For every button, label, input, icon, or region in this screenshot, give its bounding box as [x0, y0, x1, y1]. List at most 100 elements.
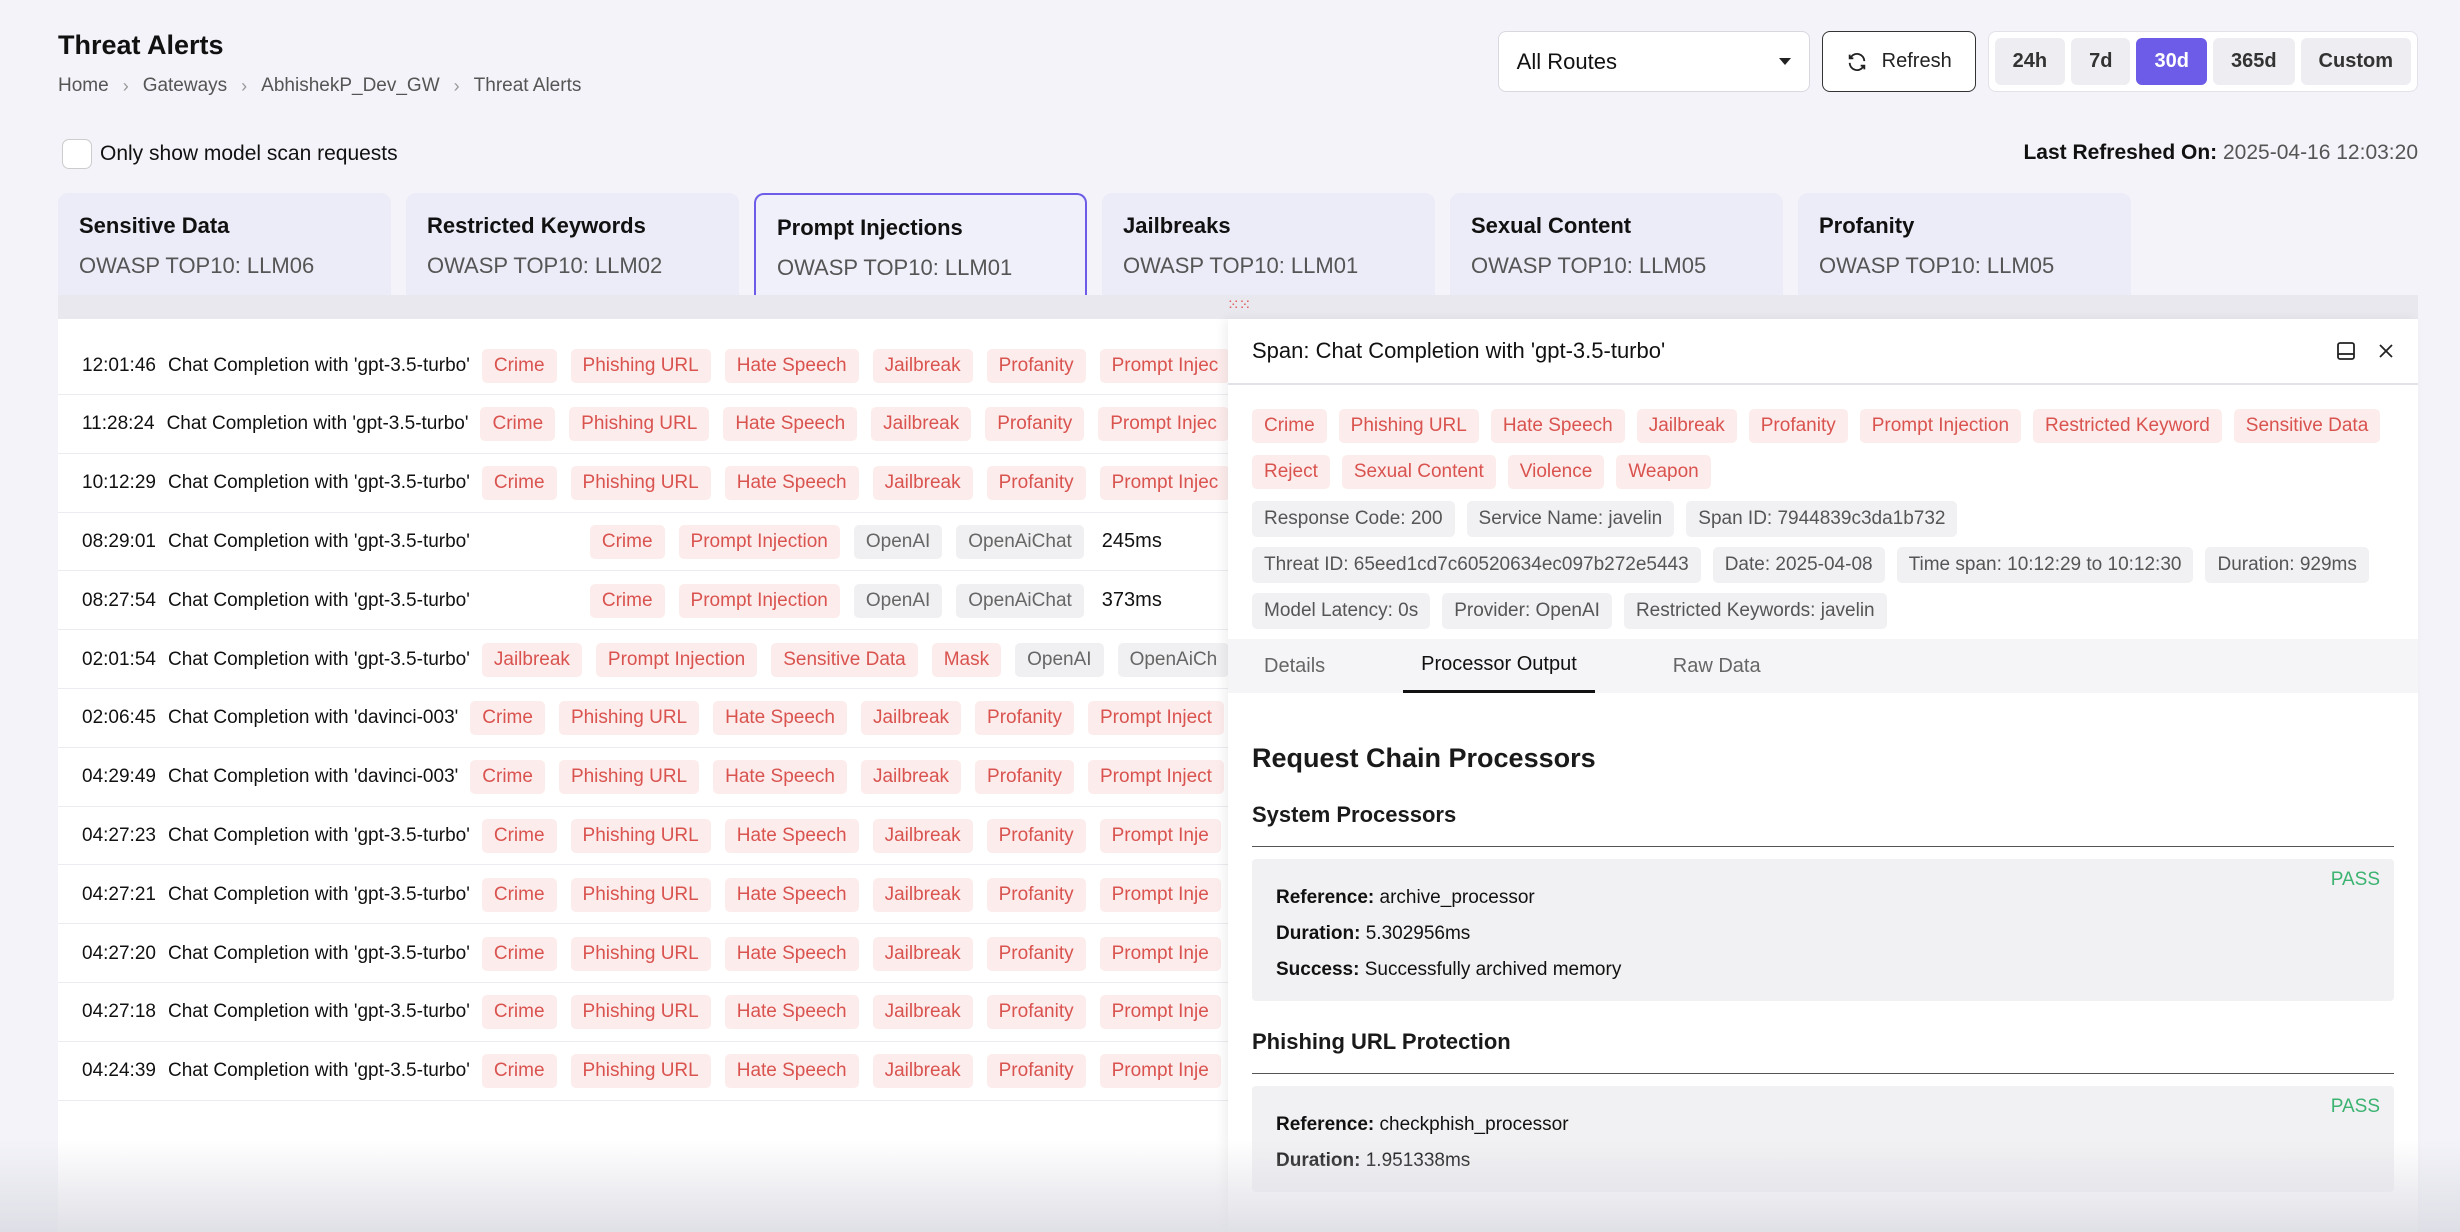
panel-actions — [2336, 341, 2394, 361]
threat-tag: Prompt Inje — [1099, 877, 1221, 912]
threat-tag: Prompt Inject — [1088, 701, 1224, 736]
row-time: 08:29:01 — [82, 530, 156, 552]
category-title: Sexual Content — [1471, 213, 1632, 238]
line-key: Duration: — [1276, 923, 1361, 944]
row-time: 04:24:39 — [82, 1060, 156, 1082]
category-subtitle: OWASP TOP10: LLM02 — [427, 253, 663, 278]
table-row[interactable]: 04:27:18 Chat Completion with 'gpt-3.5-tu… — [58, 984, 1228, 1042]
model-scan-checkbox[interactable] — [62, 139, 92, 169]
threat-tag: OpenAI — [853, 524, 943, 559]
category-card-sexual-content[interactable]: Sexual Content OWASP TOP10: LLM05 — [1450, 193, 1783, 295]
line-key: Duration: — [1276, 1150, 1361, 1171]
threat-tag: Profanity — [985, 407, 1085, 442]
threat-tag: Crime — [470, 760, 545, 795]
threat-tag: Jailbreak — [872, 818, 973, 853]
threat-tag: Phishing URL — [569, 407, 710, 442]
table-row[interactable]: 08:27:54 Chat Completion with 'gpt-3.5-tu… — [58, 572, 1228, 631]
category-card-profanity[interactable]: Profanity OWASP TOP10: LLM05 — [1798, 193, 2131, 295]
category-card-prompt-injections[interactable]: Prompt Injections OWASP TOP10: LLM01 — [754, 193, 1087, 295]
row-tags: Crime Prompt Injection OpenAI OpenAiChat 373… — [589, 583, 1166, 618]
threat-tag: Sensitive Data — [2233, 409, 2381, 443]
table-row[interactable]: 08:29:01 Chat Completion with 'gpt-3.5-tu… — [58, 513, 1228, 572]
breadcrumb-gateways[interactable]: Gateways — [143, 75, 227, 97]
refresh-button[interactable]: Refresh — [1821, 31, 1976, 92]
table-row[interactable]: 11:28:24 Chat Completion with 'gpt-3.5-tu… — [58, 396, 1228, 454]
table-row[interactable]: 04:29:49 Chat Completion with 'davinci-00… — [58, 749, 1228, 807]
threat-tag: Hate Speech — [724, 936, 859, 971]
row-time: 08:27:54 — [82, 589, 156, 611]
category-subtitle: OWASP TOP10: LLM05 — [1471, 253, 1707, 278]
range-24h-button[interactable]: 24h — [1994, 38, 2066, 85]
category-title: Profanity — [1819, 213, 1915, 238]
table-row[interactable]: 02:06:45 Chat Completion with 'davinci-00… — [58, 690, 1228, 748]
resize-handle-icon[interactable]: ⁙⁙ — [1227, 296, 1251, 314]
metadata-chip: Provider: OpenAI — [1442, 593, 1612, 629]
threat-tag: Prompt Inje — [1099, 995, 1221, 1030]
threat-tag: Phishing URL — [570, 348, 711, 383]
threat-tag: Jailbreak — [872, 466, 973, 501]
processor-output: Request Chain Processors System Processo… — [1228, 743, 2418, 1192]
line-value: checkphish_processor — [1379, 1114, 1569, 1135]
route-select[interactable]: All Routes — [1497, 31, 1810, 92]
threat-tag: Prompt Injection — [678, 524, 840, 559]
threat-tag: Crime — [481, 466, 557, 501]
chevron-right-icon: › — [241, 75, 248, 96]
threat-tag: Profanity — [986, 995, 1086, 1030]
category-title: Jailbreaks — [1123, 213, 1231, 238]
threat-tag: Hate Speech — [724, 877, 859, 912]
threat-tag: Profanity — [975, 760, 1074, 795]
threat-tag: Crime — [481, 818, 557, 853]
table-row[interactable]: 04:27:20 Chat Completion with 'gpt-3.5-tu… — [58, 925, 1228, 983]
section-heading: Phishing URL Protection — [1252, 1029, 2394, 1074]
row-latency: 245ms — [1101, 530, 1162, 553]
threat-tag: Phishing URL — [570, 877, 711, 912]
category-card-restricted-keywords[interactable]: Restricted Keywords OWASP TOP10: LLM02 — [406, 193, 739, 295]
metadata-chip: Threat ID: 65eed1cd7c60520634ec097b272e5… — [1252, 547, 1701, 583]
category-subtitle: OWASP TOP10: LLM06 — [79, 253, 315, 278]
row-tags: Crime Phishing URL Hate Speech Jailbreak Pro… — [470, 701, 1224, 736]
threat-tag: Jailbreak — [872, 877, 973, 912]
row-time: 04:27:18 — [82, 1001, 156, 1023]
row-name: Chat Completion with 'gpt-3.5-turbo' — [167, 883, 470, 905]
range-custom-button[interactable]: Custom — [2300, 38, 2411, 85]
threat-tag: OpenAI — [1015, 642, 1104, 677]
breadcrumb-gateway[interactable]: AbhishekP_Dev_GW — [261, 75, 439, 97]
threat-tag: OpenAiChat — [956, 583, 1084, 618]
range-7d-button[interactable]: 7d — [2071, 38, 2131, 85]
table-row[interactable]: 04:27:23 Chat Completion with 'gpt-3.5-tu… — [58, 807, 1228, 866]
table-row[interactable]: 04:27:21 Chat Completion with 'gpt-3.5-tu… — [58, 866, 1228, 925]
threat-tag: Profanity — [986, 348, 1086, 383]
metadata-chip: Service Name: javelin — [1466, 501, 1675, 537]
close-icon[interactable] — [2378, 343, 2394, 359]
threat-tag: Jailbreak — [872, 936, 973, 971]
table-row[interactable]: 10:12:29 Chat Completion with 'gpt-3.5-tu… — [58, 455, 1228, 513]
row-name: Chat Completion with 'gpt-3.5-turbo' — [167, 1001, 470, 1023]
line-value: Successfully archived memory — [1364, 959, 1622, 980]
tab-processor-output[interactable]: Processor Output — [1403, 639, 1595, 693]
threat-tag: Profanity — [986, 877, 1086, 912]
range-365d-button[interactable]: 365d — [2212, 38, 2295, 85]
table-row[interactable]: 04:24:39 Chat Completion with 'gpt-3.5-tu… — [58, 1043, 1228, 1101]
row-time: 10:12:29 — [82, 472, 156, 494]
threat-tag: Sexual Content — [1341, 455, 1496, 489]
panel-threat-tags: Crime Phishing URL Hate Speech Jailbreak Pro… — [1228, 385, 2418, 489]
breadcrumb-home[interactable]: Home — [58, 75, 109, 97]
threat-tag: Prompt Inje — [1099, 1054, 1221, 1089]
category-card-jailbreaks[interactable]: Jailbreaks OWASP TOP10: LLM01 — [1102, 193, 1435, 295]
model-scan-label[interactable]: Only show model scan requests — [100, 142, 398, 166]
table-row[interactable]: 02:01:54 Chat Completion with 'gpt-3.5-tu… — [58, 631, 1228, 689]
threat-tag: Crime — [589, 583, 665, 618]
alerts-table: 12:01:46 Chat Completion with 'gpt-3.5-tu… — [58, 319, 1228, 1232]
threat-tag: Hate Speech — [724, 818, 859, 853]
category-card-sensitive-data[interactable]: Sensitive Data OWASP TOP10: LLM06 — [58, 193, 391, 295]
dock-panel-icon[interactable] — [2336, 341, 2356, 361]
category-subtitle: OWASP TOP10: LLM01 — [777, 255, 1013, 280]
row-tags: Crime Phishing URL Hate Speech Jailbreak Pro… — [470, 760, 1224, 795]
table-row[interactable]: 12:01:46 Chat Completion with 'gpt-3.5-tu… — [58, 337, 1228, 395]
row-time: 04:27:20 — [82, 942, 156, 964]
range-30d-button[interactable]: 30d — [2136, 38, 2207, 85]
tab-details[interactable]: Details — [1246, 639, 1343, 693]
threat-tag: Crime — [481, 877, 557, 912]
tab-raw-data[interactable]: Raw Data — [1655, 639, 1779, 693]
category-title: Prompt Injections — [777, 215, 963, 240]
